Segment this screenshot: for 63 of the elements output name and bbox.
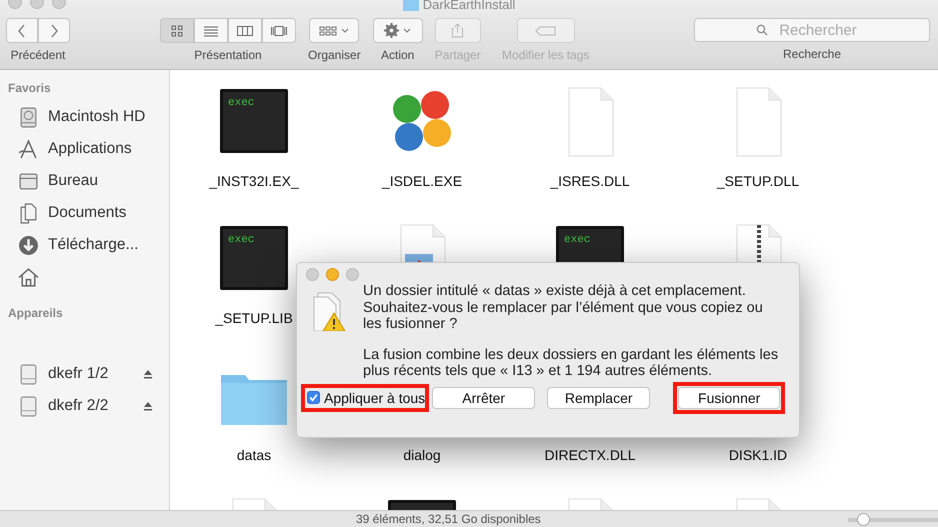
search-field[interactable]: Rechercher xyxy=(694,18,930,42)
toolbar-label: Action xyxy=(381,48,414,62)
share-icon xyxy=(451,23,464,38)
sidebar-item[interactable]: dkefr 1/2 xyxy=(48,365,108,383)
documents-icon[interactable] xyxy=(18,202,39,224)
columns-view-icon xyxy=(236,24,254,36)
sidebar-item[interactable]: dkefr 2/2 xyxy=(48,397,108,415)
download-icon[interactable] xyxy=(18,234,39,256)
minimize-button[interactable] xyxy=(326,268,339,281)
dialog-button[interactable]: Fusionner xyxy=(678,386,780,408)
dialog-detail: La fusion combine les deux dossiers en gardant les éléments les plus récents tels que « I13 » et 1 194 autres éléments. xyxy=(363,346,779,380)
list-view-icon xyxy=(202,24,220,36)
file-name[interactable]: _ISRES.DLL xyxy=(550,173,630,189)
file-name[interactable]: _ISDEL.EXE xyxy=(382,173,462,189)
grid-icon xyxy=(319,24,338,36)
tag-icon xyxy=(534,26,557,36)
sidebar-item[interactable]: Applications xyxy=(48,140,132,158)
checkmark-icon xyxy=(308,392,319,403)
checkbox-box[interactable] xyxy=(307,391,320,404)
toolbar-label: Recherche xyxy=(782,47,842,61)
house-icon[interactable] xyxy=(18,266,39,288)
toolbar-label: Précédent xyxy=(10,48,66,62)
action-button[interactable] xyxy=(372,18,423,43)
applications-icon[interactable] xyxy=(18,138,39,160)
cover-view-icon xyxy=(270,24,288,36)
columns-view-button[interactable] xyxy=(228,18,262,43)
file-name[interactable]: DISK1.ID xyxy=(728,447,788,463)
arrange-button[interactable] xyxy=(309,18,360,43)
sidebar-item[interactable]: Documents xyxy=(48,204,126,222)
file-name[interactable]: _INST32I.EX_ xyxy=(209,173,299,189)
status-text: 39 éléments, 32,51 Go disponibles xyxy=(356,512,541,526)
forward-button[interactable] xyxy=(38,18,70,43)
dialog-button[interactable]: Remplacer xyxy=(547,386,650,408)
caret-icon xyxy=(403,28,412,34)
eject-icon[interactable] xyxy=(143,401,154,411)
drive-icon[interactable] xyxy=(18,396,39,416)
file-name[interactable]: datas xyxy=(236,447,272,463)
sidebar-heading: Favoris xyxy=(7,81,52,97)
chevron-right-icon xyxy=(49,24,59,38)
file-name[interactable]: dialog xyxy=(403,447,441,463)
list-view-button[interactable] xyxy=(194,18,228,43)
caret-icon xyxy=(341,28,350,34)
icons-view-button[interactable] xyxy=(160,18,194,43)
cover-view-button[interactable] xyxy=(262,18,296,43)
file-name[interactable]: _SETUP.DLL xyxy=(716,173,800,189)
sidebar-item[interactable]: Télécharge... xyxy=(48,236,138,254)
dialog-button[interactable]: Arrêter xyxy=(432,386,536,408)
file-name[interactable]: DIRECTX.DLL xyxy=(544,447,636,463)
search-icon xyxy=(756,24,768,36)
sidebar-heading: Appareils xyxy=(7,306,64,322)
chevron-left-icon xyxy=(17,24,27,38)
toolbar-label: Présentation xyxy=(194,48,262,62)
desktop-icon[interactable] xyxy=(18,170,39,192)
toolbar-label: Organiser xyxy=(308,48,361,62)
dialog-message: Un dossier intitulé « datas » existe déjà à cet emplacement. Souhaitez-vous le remplacer par l’élément que vous copiez ou les fusionner ? xyxy=(363,283,764,332)
sidebar-item[interactable]: Bureau xyxy=(48,172,98,190)
file-name[interactable]: _SETUP.LIB xyxy=(215,310,293,326)
drive-icon[interactable] xyxy=(18,364,39,384)
eject-icon[interactable] xyxy=(143,369,154,379)
folder-icon xyxy=(402,0,419,11)
gear-icon xyxy=(384,23,400,38)
back-button[interactable] xyxy=(6,18,38,43)
sidebar-item[interactable]: Macintosh HD xyxy=(48,108,146,126)
